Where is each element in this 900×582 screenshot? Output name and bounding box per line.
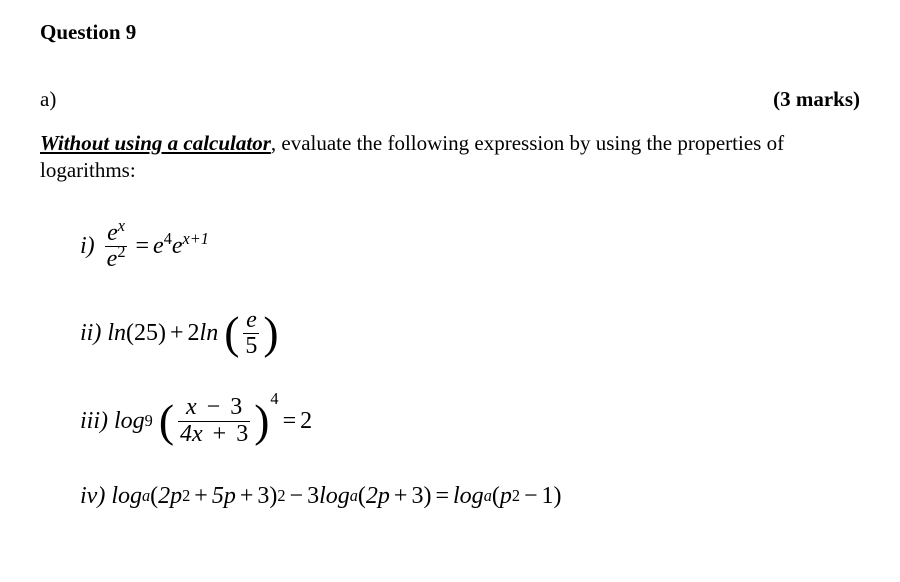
ii-ln2: ln xyxy=(200,320,219,347)
iii-eq: = xyxy=(283,408,297,435)
iv-t1-open: ( xyxy=(150,483,158,510)
iv-t3-b: 1 xyxy=(542,483,554,510)
i-rhs-a: e4 xyxy=(153,233,172,260)
iii-num-b: 3 xyxy=(230,394,242,420)
iv-t3-op: − xyxy=(524,483,538,510)
iv-minus: − xyxy=(290,483,304,510)
iv-eq: = xyxy=(435,483,449,510)
iv-t2-b: 3 xyxy=(411,483,423,510)
iv-t1-b: 5p xyxy=(212,483,236,510)
iv-t2-close: ) xyxy=(423,483,431,510)
iv-log1: log xyxy=(111,483,142,510)
iv-t2-a: 2p xyxy=(366,483,390,510)
ii-frac-num: e xyxy=(244,308,259,333)
iv-t2-op: + xyxy=(394,483,408,510)
roman-iii: iii) xyxy=(80,408,108,435)
math-item-iii: iii) log9 ( x − 3 4x + 3 ) 4 = 2 xyxy=(80,395,860,446)
part-label: a) xyxy=(40,87,56,112)
part-row: a) (3 marks) xyxy=(40,87,860,112)
iv-t1-close: ) xyxy=(269,483,277,510)
iii-outer-exp: 4 xyxy=(270,391,278,407)
iii-num-a: x xyxy=(186,394,197,420)
iv-t3-a: p xyxy=(500,483,512,510)
roman-iv: iv) xyxy=(80,483,105,510)
iv-log3: log xyxy=(453,483,484,510)
iv-t1-a: 2p xyxy=(158,483,182,510)
math-list: i) ex e2 = e4ex+1 ii) ln(25) + 2ln ( e 5… xyxy=(40,221,860,510)
ii-plus: + xyxy=(170,320,184,347)
iii-den-op: + xyxy=(213,421,227,447)
iv-t2-open: ( xyxy=(358,483,366,510)
ii-frac-den: 5 xyxy=(243,333,259,359)
iv-t3-close: ) xyxy=(554,483,562,510)
i-eq: = xyxy=(135,233,149,260)
iii-paren: ( x − 3 4x + 3 ) xyxy=(159,395,270,446)
ii-ln1: ln xyxy=(107,320,126,347)
question-header: Question 9 xyxy=(40,20,860,45)
i-num-exp: x xyxy=(118,216,125,235)
roman-ii: ii) xyxy=(80,320,101,347)
iv-t1-op2: + xyxy=(240,483,254,510)
marks-label: (3 marks) xyxy=(773,87,860,112)
ii-coef2: 2 xyxy=(188,320,200,347)
i-den-exp: 2 xyxy=(117,242,125,261)
iv-t1-op1: + xyxy=(194,483,208,510)
instruction-emphasis: Without using a calculator xyxy=(40,131,271,155)
ii-paren: ( e 5 ) xyxy=(224,308,278,359)
iii-den-b: 3 xyxy=(236,421,248,447)
math-item-iv: iv) loga(2p2 + 5p + 3)2 − 3loga(2p + 3) … xyxy=(80,483,860,510)
iii-den-a: 4x xyxy=(180,421,203,447)
math-item-ii: ii) ln(25) + 2ln ( e 5 ) xyxy=(80,308,860,359)
i-den-base: e xyxy=(107,246,118,272)
iii-num-op: − xyxy=(207,394,221,420)
iv-t3-open: ( xyxy=(492,483,500,510)
iv-log2: log xyxy=(319,483,350,510)
math-item-i: i) ex e2 = e4ex+1 xyxy=(80,221,860,272)
iii-rhs: 2 xyxy=(300,408,312,435)
roman-i: i) xyxy=(80,233,95,260)
i-rhs-b: ex+1 xyxy=(172,233,209,260)
iv-t2-coef: 3 xyxy=(307,483,319,510)
iv-t1-c: 3 xyxy=(257,483,269,510)
ii-ln1-arg: (25) xyxy=(126,320,166,347)
instruction-text: Without using a calculator, evaluate the… xyxy=(40,130,860,185)
fraction-i-lhs: ex e2 xyxy=(105,221,128,272)
iii-log: log xyxy=(114,408,145,435)
